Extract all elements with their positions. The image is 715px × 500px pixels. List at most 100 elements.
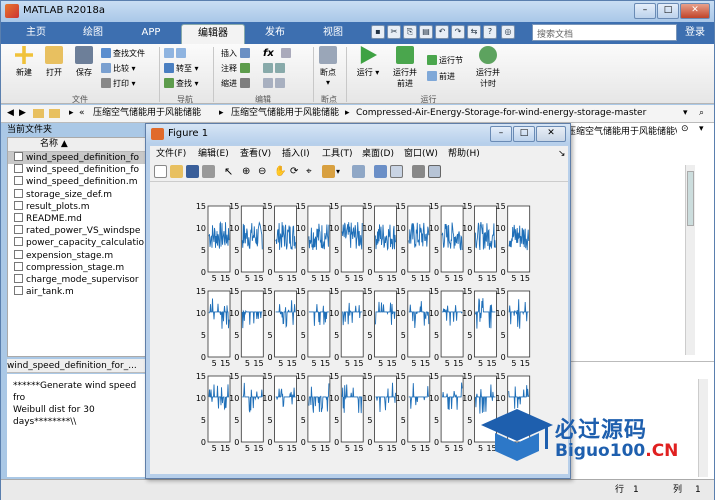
new-figure-icon[interactable] [154,165,167,178]
subplot[interactable]: 151050515 [262,287,297,368]
file-item[interactable]: wind_speed_definition_fo [8,152,146,165]
menu-file[interactable]: 文件(F) [156,146,186,162]
subplot[interactable]: 151050515 [429,372,464,453]
advance-button[interactable]: 前进 [427,70,455,83]
subplot[interactable]: 151050515 [196,372,231,453]
switch-window-icon[interactable]: ⇆ [467,25,481,39]
save-button[interactable]: 保存 [69,46,99,78]
subplot[interactable]: 151050515 [262,202,297,283]
undo-quick-icon[interactable]: ↶ [435,25,449,39]
file-item[interactable]: charge_mode_supervisor [8,273,146,286]
editor-scroll-thumb[interactable] [687,171,694,226]
tab-apps[interactable]: APP [123,24,179,44]
copy-quick-icon[interactable]: ⎘ [403,25,417,39]
subplot[interactable]: 151050515 [362,372,397,453]
browse-folder-icon[interactable] [49,109,60,118]
brush-icon[interactable] [322,165,335,178]
file-item[interactable]: storage_size_def.m [8,188,146,201]
subplot[interactable]: 151050515 [329,287,364,368]
minimize-button[interactable]: – [634,3,656,19]
chevron-down-icon[interactable]: ▾ [683,105,688,122]
figure-minimize-button[interactable]: – [490,126,512,142]
rotate-icon[interactable]: ⟳ [290,165,303,178]
subplot[interactable]: 151050515 [429,287,464,368]
subplot[interactable]: 151050515 [396,372,431,453]
breadcrumb-1[interactable]: 压缩空气储能用于风能储能 [93,105,201,122]
indent-tools[interactable] [263,77,287,90]
login-button[interactable]: 登录 [679,24,711,41]
comment-button[interactable]: 注释 [221,62,252,75]
link-plot-icon[interactable] [352,165,365,178]
find-button[interactable]: 查找 ▾ [164,77,199,90]
compare-button[interactable]: 比较 ▾ [101,62,136,75]
paste-quick-icon[interactable]: ▤ [419,25,433,39]
back-icon[interactable]: ◀ [7,105,14,122]
subplot[interactable]: 151050515 [496,287,531,368]
nav-back-forward[interactable] [164,47,188,60]
figure-close-button[interactable]: ✕ [536,126,566,142]
breakpoints-button[interactable]: 断点 ▾ [317,46,339,87]
comment-tools[interactable] [263,62,287,75]
menu-dock-icon[interactable]: ↘ [558,146,566,162]
goto-button[interactable]: 转至 ▾ [164,62,199,75]
subplot[interactable]: 151050515 [362,202,397,283]
file-item[interactable]: rated_power_VS_windspe [8,225,146,237]
subplot[interactable]: 151050515 [229,202,264,283]
help-quick-icon[interactable]: ? [483,25,497,39]
run-advance-button[interactable]: 运行并前进 [390,46,420,89]
figure-maximize-button[interactable]: □ [513,126,535,142]
pan-icon[interactable]: ✋ [274,165,287,178]
brush-dropdown-icon[interactable]: ▾ [336,165,349,178]
subplot[interactable]: 151050515 [296,202,331,283]
tab-plots[interactable]: 绘图 [65,24,121,44]
subplot[interactable]: 151050515 [229,287,264,368]
menu-desktop[interactable]: 桌面(D) [362,146,394,162]
column-header-name[interactable]: 名称 ▲ [8,138,146,152]
file-item[interactable]: wind_speed_definition.m [8,176,146,188]
tab-view[interactable]: 视图 [305,24,361,44]
subplot[interactable]: 151050515 [196,202,231,283]
redo-quick-icon[interactable]: ↷ [451,25,465,39]
forward-icon[interactable]: ▶ [19,105,26,122]
colorbar-icon[interactable] [374,165,387,178]
file-item[interactable]: expension_stage.m [8,249,146,262]
menu-window[interactable]: 窗口(W) [404,146,438,162]
fx-button[interactable]: fx [263,47,274,60]
function-options[interactable] [281,47,293,60]
subplot[interactable]: 151050515 [362,287,397,368]
save-quick-icon[interactable]: ▪ [371,25,385,39]
pointer-icon[interactable]: ↖ [224,165,237,178]
menu-view[interactable]: 查看(V) [240,146,271,162]
subplot[interactable]: 151050515 [329,202,364,283]
zoom-out-icon[interactable]: ⊖ [258,165,271,178]
up-folder-icon[interactable] [33,109,44,118]
subplot[interactable]: 151050515 [229,372,264,453]
menu-tools[interactable]: 工具(T) [322,146,353,162]
breadcrumb-3[interactable]: Compressed-Air-Energy-Storage-for-wind-e… [356,105,646,122]
close-button[interactable]: ✕ [680,3,710,19]
subplot[interactable]: 151050515 [429,202,464,283]
print-button[interactable]: 打印 ▾ [101,77,136,90]
subplot[interactable]: 151050515 [462,287,497,368]
cut-quick-icon[interactable]: ✂ [387,25,401,39]
show-plot-tools-icon[interactable] [428,165,441,178]
run-time-button[interactable]: 运行并计时 [473,46,503,89]
subplot[interactable]: 151050515 [462,202,497,283]
search-input[interactable]: 搜索文档 [532,24,677,41]
maximize-button[interactable]: □ [657,3,679,19]
indent-button[interactable]: 缩进 [221,77,252,90]
community-icon[interactable]: ◎ [501,25,515,39]
panel-menu-icon[interactable]: ▾ [699,124,704,134]
hide-plot-tools-icon[interactable] [412,165,425,178]
file-item[interactable]: result_plots.m [8,200,146,213]
subplot[interactable]: 151050515 [396,202,431,283]
subplot[interactable]: 151050515 [296,287,331,368]
subplot[interactable]: 151050515 [329,372,364,453]
subplot[interactable]: 151050515 [496,202,531,283]
file-item[interactable]: README.md [8,212,146,225]
breadcrumb-2[interactable]: 压缩空气储能用于风能储能 [231,105,339,122]
new-button[interactable]: 新建 [9,46,39,78]
legend-icon[interactable] [390,165,403,178]
subplot[interactable]: 151050515 [196,287,231,368]
print-figure-icon[interactable] [202,165,215,178]
